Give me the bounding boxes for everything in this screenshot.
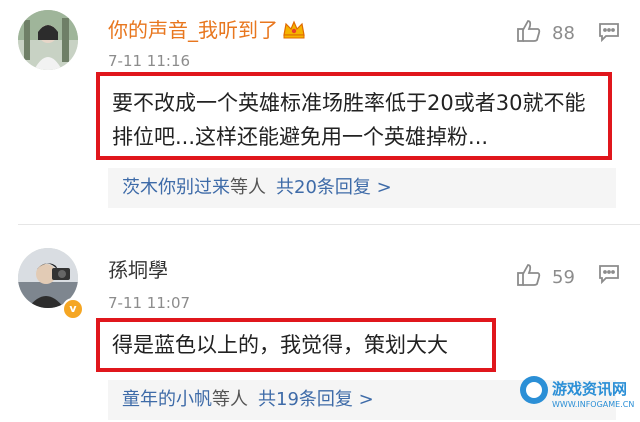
avatar[interactable]	[18, 10, 78, 70]
username-text[interactable]: 你的声音_我听到了	[108, 18, 278, 42]
verified-badge-icon: v	[62, 298, 84, 320]
reply-names[interactable]: 茨木你别过来	[108, 177, 230, 198]
thumbs-up-icon	[516, 18, 552, 49]
like-count: 88	[552, 23, 575, 44]
watermark-url: WWW.INFOGAME.CN	[552, 400, 635, 409]
reply-count[interactable]: 共20条回复 >	[276, 177, 392, 198]
watermark-logo-icon	[520, 376, 548, 404]
replies-link[interactable]: 茨木你别过来等人 共20条回复 >	[108, 168, 616, 208]
reply-etc: 等人	[230, 177, 266, 198]
reply-count[interactable]: 共19条回复 >	[258, 389, 374, 410]
more-message-icon[interactable]	[598, 264, 620, 285]
watermark: 游戏资讯网 WWW.INFOGAME.CN	[520, 376, 638, 420]
reply-names[interactable]: 童年的小帆	[108, 389, 212, 410]
comment-text: 要不改成一个英雄标准场胜率低于20或者30就不能排位吧...这样还能避免用一个英…	[96, 72, 612, 160]
username[interactable]: 你的声音_我听到了	[108, 14, 306, 44]
username[interactable]: 孫垌學	[108, 254, 168, 283]
like-button[interactable]: 59	[516, 262, 575, 293]
comment-time: 7-11 11:07	[108, 294, 191, 312]
reply-etc: 等人	[212, 389, 248, 410]
divider	[18, 224, 640, 225]
watermark-title: 游戏资讯网	[552, 380, 628, 398]
more-message-icon[interactable]	[598, 22, 620, 43]
comment-text: 得是蓝色以上的，我觉得，策划大大	[96, 318, 496, 372]
like-button[interactable]: 88	[516, 18, 575, 49]
crown-icon	[282, 19, 306, 44]
like-count: 59	[552, 267, 575, 288]
comment-item: 你的声音_我听到了 7-11 11:16 88 要不改成一个英雄标准场胜率低于2…	[0, 0, 640, 218]
thumbs-up-icon	[516, 262, 552, 293]
comment-time: 7-11 11:16	[108, 52, 191, 70]
